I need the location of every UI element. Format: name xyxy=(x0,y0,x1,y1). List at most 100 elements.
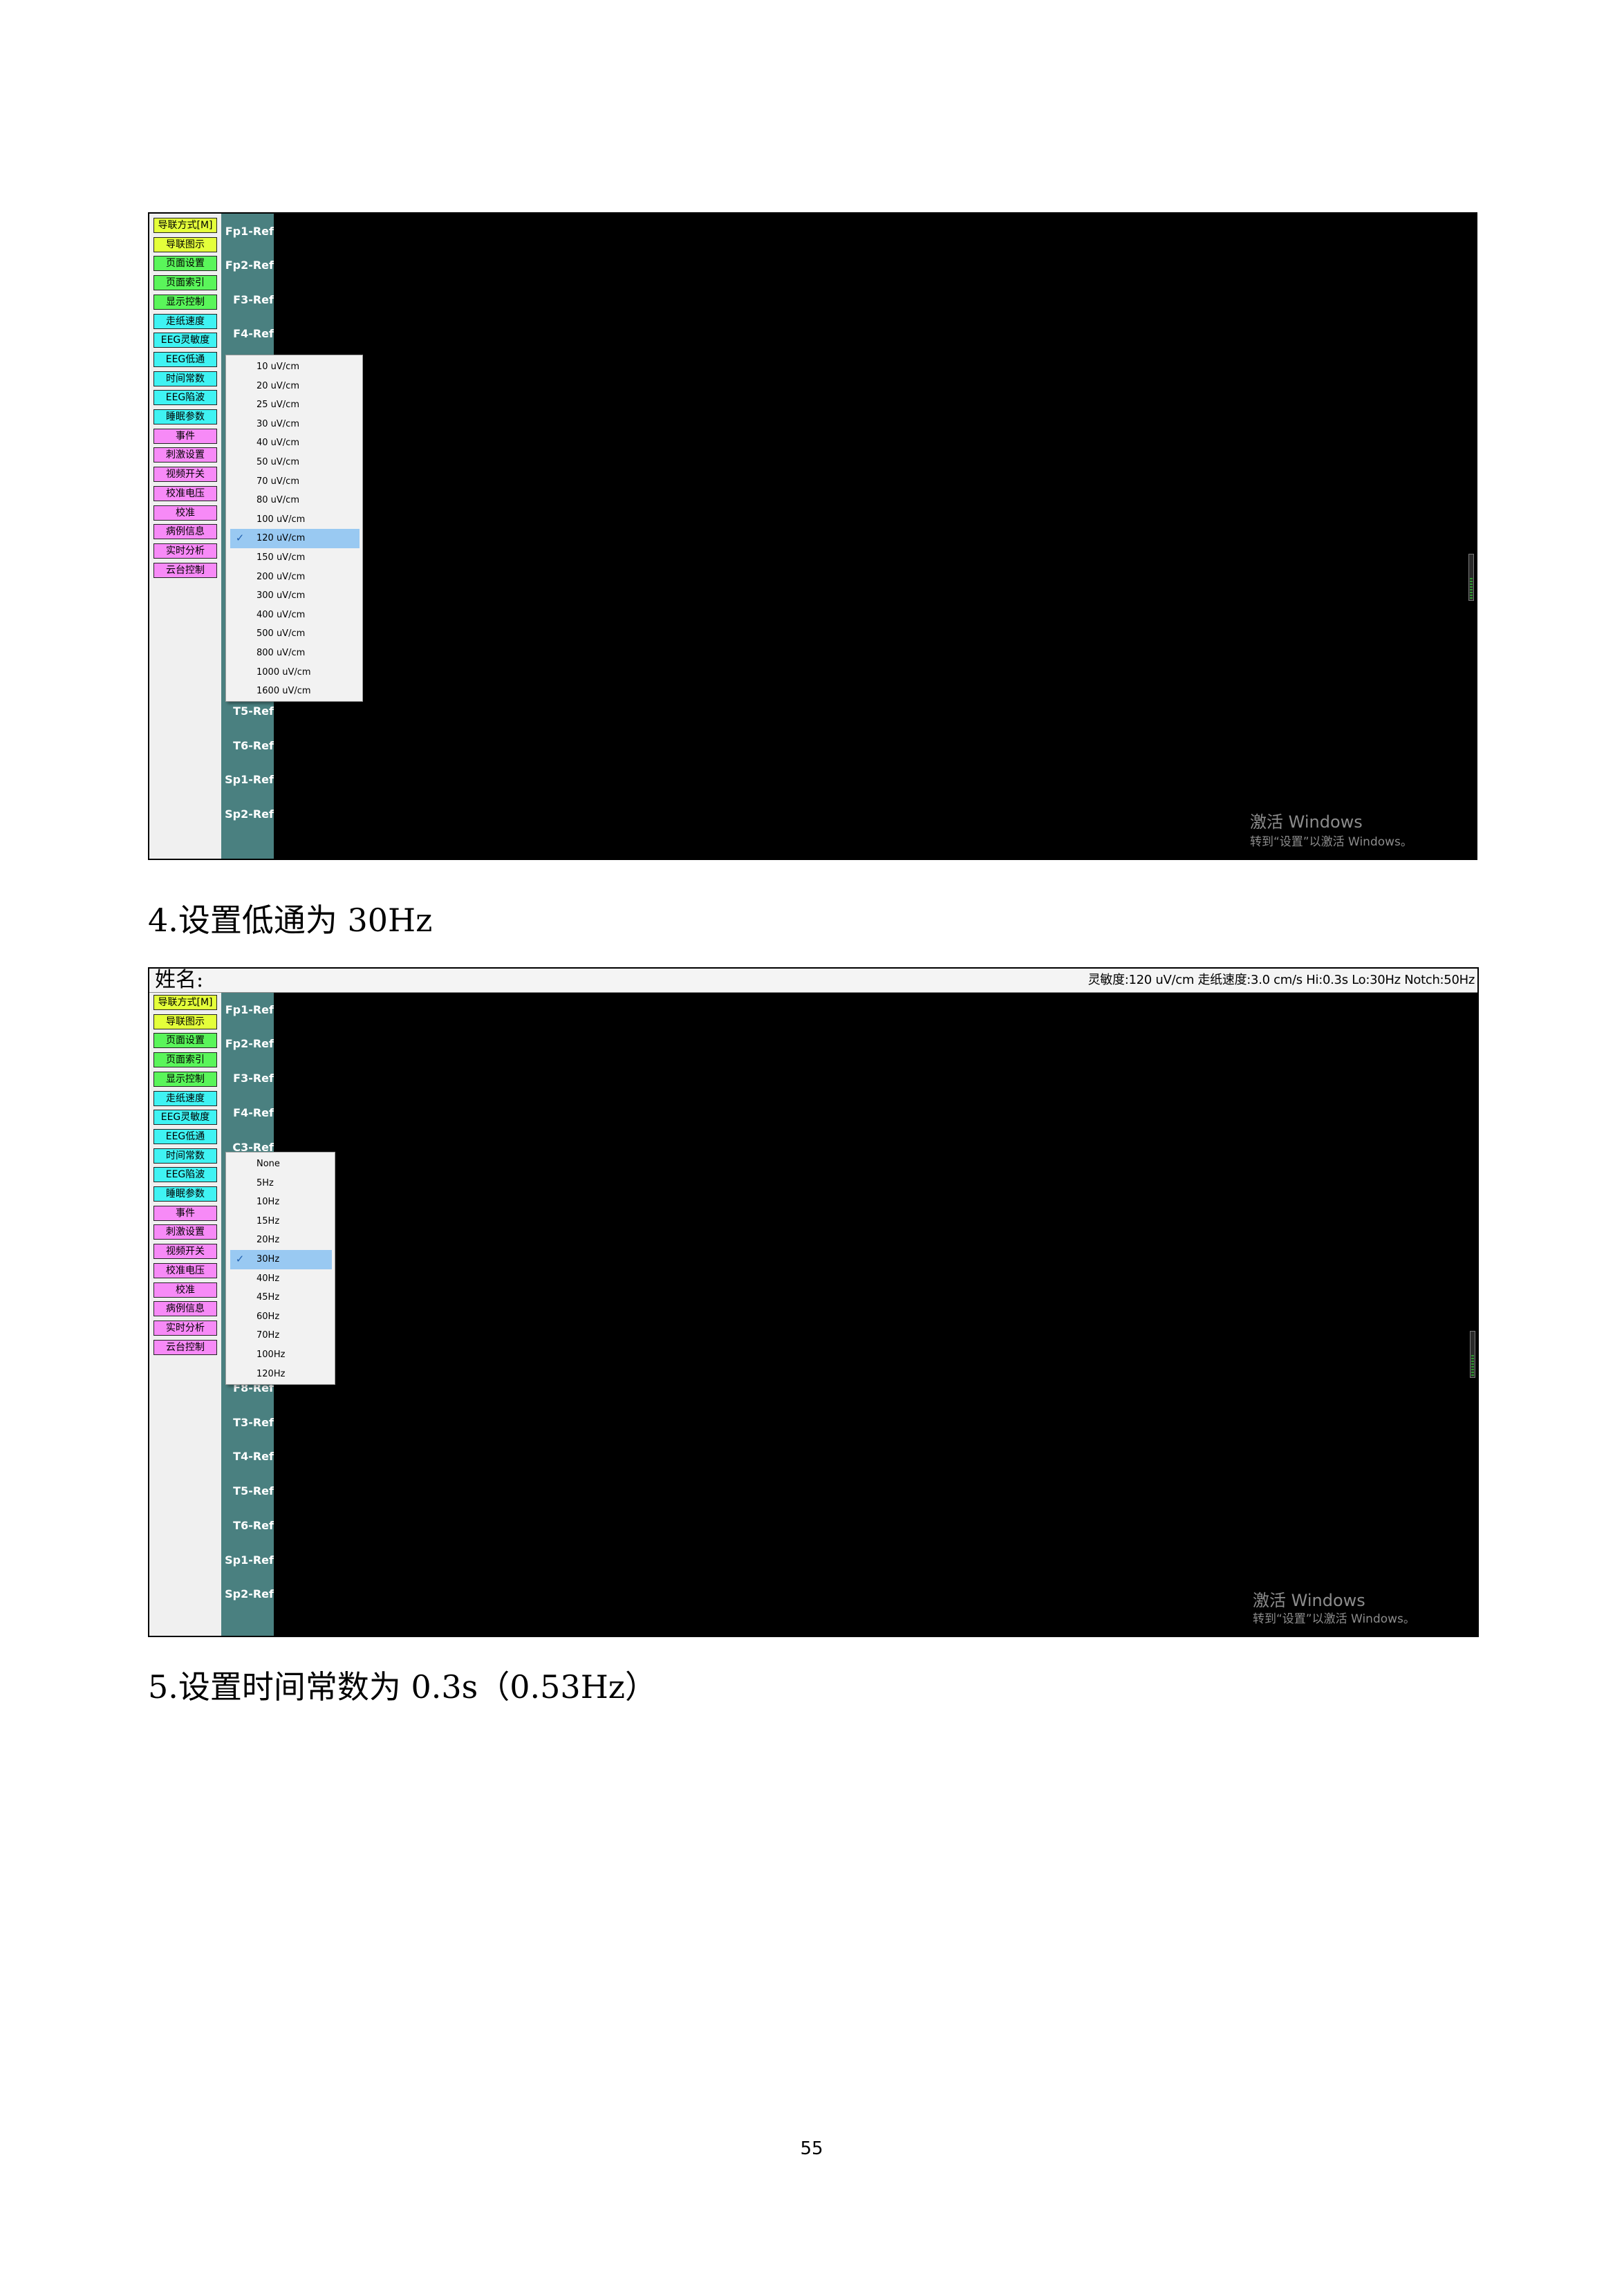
dropdown-option[interactable]: 800 uV/cm xyxy=(230,644,360,663)
dropdown-option[interactable]: 30 uV/cm xyxy=(230,415,360,434)
dropdown-option[interactable]: 80 uV/cm xyxy=(230,491,360,510)
dropdown-option-label: 15Hz xyxy=(256,1215,280,1226)
eeg-notch-button[interactable]: EEG陷波 xyxy=(153,390,217,406)
dropdown-option[interactable]: 60Hz xyxy=(230,1307,332,1327)
dropdown-option[interactable]: 40 uV/cm xyxy=(230,433,360,453)
dropdown-option[interactable]: 500 uV/cm xyxy=(230,624,360,644)
video-toggle-button[interactable]: 视频开关 xyxy=(153,1244,217,1260)
dropdown-option[interactable]: 70Hz xyxy=(230,1326,332,1345)
display-control-button[interactable]: 显示控制 xyxy=(153,294,217,310)
dropdown-option[interactable]: 50 uV/cm xyxy=(230,453,360,472)
calibration-voltage-button[interactable]: 校准电压 xyxy=(153,1262,217,1278)
eeg-lowpass-button[interactable]: EEG低通 xyxy=(153,351,217,367)
case-info-button[interactable]: 病例信息 xyxy=(153,524,217,540)
montage-diagram-button[interactable]: 导联图示 xyxy=(153,1014,217,1029)
display-control-button[interactable]: 显示控制 xyxy=(153,1071,217,1087)
dropdown-option[interactable]: 100 uV/cm xyxy=(230,510,360,530)
sensitivity-dropdown-menu[interactable]: 10 uV/cm 20 uV/cm 25 uV/cm 30 uV/cm 40 uV/cm… xyxy=(225,355,363,702)
stimulus-settings-button[interactable]: 刺激设置 xyxy=(153,447,217,463)
dropdown-option-label: 500 uV/cm xyxy=(256,628,306,640)
dropdown-option-label: 150 uV/cm xyxy=(256,552,306,563)
calibration-button[interactable]: 校准 xyxy=(153,505,217,521)
montage-diagram-button[interactable]: 导联图示 xyxy=(153,236,217,252)
paper-speed-button[interactable]: 走纸速度 xyxy=(153,313,217,329)
dropdown-option-label: 45Hz xyxy=(256,1292,280,1303)
video-toggle-button[interactable]: 视频开关 xyxy=(153,467,217,483)
channel-label: F3-Ref xyxy=(233,292,274,306)
event-button[interactable]: 事件 xyxy=(153,1205,217,1221)
ptz-control-button[interactable]: 云台控制 xyxy=(153,1339,217,1355)
dropdown-option[interactable]: 400 uV/cm xyxy=(230,606,360,625)
dropdown-option[interactable]: 45Hz xyxy=(230,1288,332,1307)
time-constant-button[interactable]: 时间常数 xyxy=(153,371,217,386)
dropdown-option[interactable]: 120Hz xyxy=(230,1365,332,1384)
eeg-notch-button[interactable]: EEG陷波 xyxy=(153,1167,217,1183)
scroll-indicator[interactable] xyxy=(1468,554,1474,601)
montage-mode-button[interactable]: 导联方式[M] xyxy=(153,218,217,233)
sleep-params-button[interactable]: 睡眠参数 xyxy=(153,1186,217,1202)
dropdown-option-label: 50 uV/cm xyxy=(256,456,299,467)
sleep-params-button[interactable]: 睡眠参数 xyxy=(153,409,217,424)
dropdown-option-label: 100 uV/cm xyxy=(256,514,306,525)
montage-mode-button[interactable]: 导联方式[M] xyxy=(153,995,217,1010)
dropdown-option-label: 30Hz xyxy=(256,1253,280,1264)
dropdown-option[interactable]: 100Hz xyxy=(230,1345,332,1365)
dropdown-option-label: 1000 uV/cm xyxy=(256,666,311,678)
dropdown-option-label: 40Hz xyxy=(256,1273,280,1284)
dropdown-option[interactable]: 15Hz xyxy=(230,1212,332,1231)
step-caption: 4.设置低通为 30Hz xyxy=(148,902,433,939)
dropdown-option[interactable]: 150 uV/cm xyxy=(230,548,360,568)
activation-watermark-subtitle: 转到“设置”以激活 Windows。 xyxy=(1253,1612,1415,1626)
channel-label: Fp2-Ref xyxy=(225,1037,274,1051)
realtime-analysis-button[interactable]: 实时分析 xyxy=(153,1320,217,1336)
lowpass-dropdown-menu[interactable]: None 5Hz 10Hz 15Hz 20Hz 30Hz 40Hz 45Hz 60Hz 70Hz 1… xyxy=(225,1152,335,1385)
page-setup-button[interactable]: 页面设置 xyxy=(153,1033,217,1049)
check-icon xyxy=(234,1250,245,1269)
dropdown-option-label: 120Hz xyxy=(256,1368,286,1379)
dropdown-option[interactable]: 10Hz xyxy=(230,1193,332,1212)
page-setup-button[interactable]: 页面设置 xyxy=(153,256,217,272)
dropdown-option[interactable]: 20 uV/cm xyxy=(230,377,360,396)
dropdown-option[interactable]: 200 uV/cm xyxy=(230,568,360,587)
patient-name-label: 姓名: xyxy=(155,968,204,992)
dropdown-option-selected[interactable]: 30Hz xyxy=(230,1249,332,1269)
realtime-analysis-button[interactable]: 实时分析 xyxy=(153,543,217,559)
dropdown-option-selected[interactable]: 120 uV/cm xyxy=(230,529,360,548)
eeg-sensitivity-button[interactable]: EEG灵敏度 xyxy=(153,333,217,348)
dropdown-option[interactable]: 300 uV/cm xyxy=(230,586,360,606)
dropdown-option[interactable]: 5Hz xyxy=(230,1174,332,1193)
page-index-button[interactable]: 页面索引 xyxy=(153,1052,217,1068)
dropdown-option[interactable]: 1000 uV/cm xyxy=(230,663,360,682)
eeg-waveform-area[interactable] xyxy=(274,214,1476,859)
patient-header-bar: 姓名: 灵敏度:120 uV/cm 走纸速度:3.0 cm/s Hi:0.3s … xyxy=(149,969,1477,993)
calibration-voltage-button[interactable]: 校准电压 xyxy=(153,485,217,501)
eeg-screenshot-sensitivity: 导联方式[M] 导联图示页面设置页面索引显示控制走纸速度 EEG灵敏度 EEG低通时间… xyxy=(148,212,1477,860)
eeg-waveform-area[interactable] xyxy=(274,993,1477,1636)
scroll-indicator[interactable] xyxy=(1470,1331,1475,1378)
dropdown-option-label: 70Hz xyxy=(256,1330,280,1341)
dropdown-option-label: 40 uV/cm xyxy=(256,438,299,449)
dropdown-option[interactable]: None xyxy=(230,1155,332,1174)
check-icon xyxy=(234,529,245,548)
dropdown-option[interactable]: 20Hz xyxy=(230,1231,332,1250)
event-button[interactable]: 事件 xyxy=(153,428,217,444)
eeg-sensitivity-button[interactable]: EEG灵敏度 xyxy=(153,1110,217,1126)
case-info-button[interactable]: 病例信息 xyxy=(153,1301,217,1317)
dropdown-option[interactable]: 25 uV/cm xyxy=(230,395,360,415)
dropdown-option[interactable]: 1600 uV/cm xyxy=(230,682,360,701)
scroll-ticks-icon xyxy=(1471,1355,1474,1376)
eeg-lowpass-button[interactable]: EEG低通 xyxy=(153,1128,217,1144)
eeg-window-body: 导联方式[M] 导联图示页面设置页面索引显示控制走纸速度 EEG灵敏度 EEG低通时间… xyxy=(149,993,1477,1636)
dropdown-option-label: 20Hz xyxy=(256,1235,280,1246)
dropdown-option[interactable]: 10 uV/cm xyxy=(230,357,360,377)
page-index-button[interactable]: 页面索引 xyxy=(153,275,217,291)
calibration-button[interactable]: 校准 xyxy=(153,1282,217,1298)
ptz-control-button[interactable]: 云台控制 xyxy=(153,562,217,578)
paper-speed-button[interactable]: 走纸速度 xyxy=(153,1090,217,1106)
activation-watermark-subtitle: 转到“设置”以激活 Windows。 xyxy=(1250,835,1412,849)
dropdown-option[interactable]: 70 uV/cm xyxy=(230,472,360,492)
stimulus-settings-button[interactable]: 刺激设置 xyxy=(153,1224,217,1240)
dropdown-option[interactable]: 40Hz xyxy=(230,1269,332,1289)
dropdown-option-label: 100Hz xyxy=(256,1349,286,1360)
time-constant-button[interactable]: 时间常数 xyxy=(153,1148,217,1164)
